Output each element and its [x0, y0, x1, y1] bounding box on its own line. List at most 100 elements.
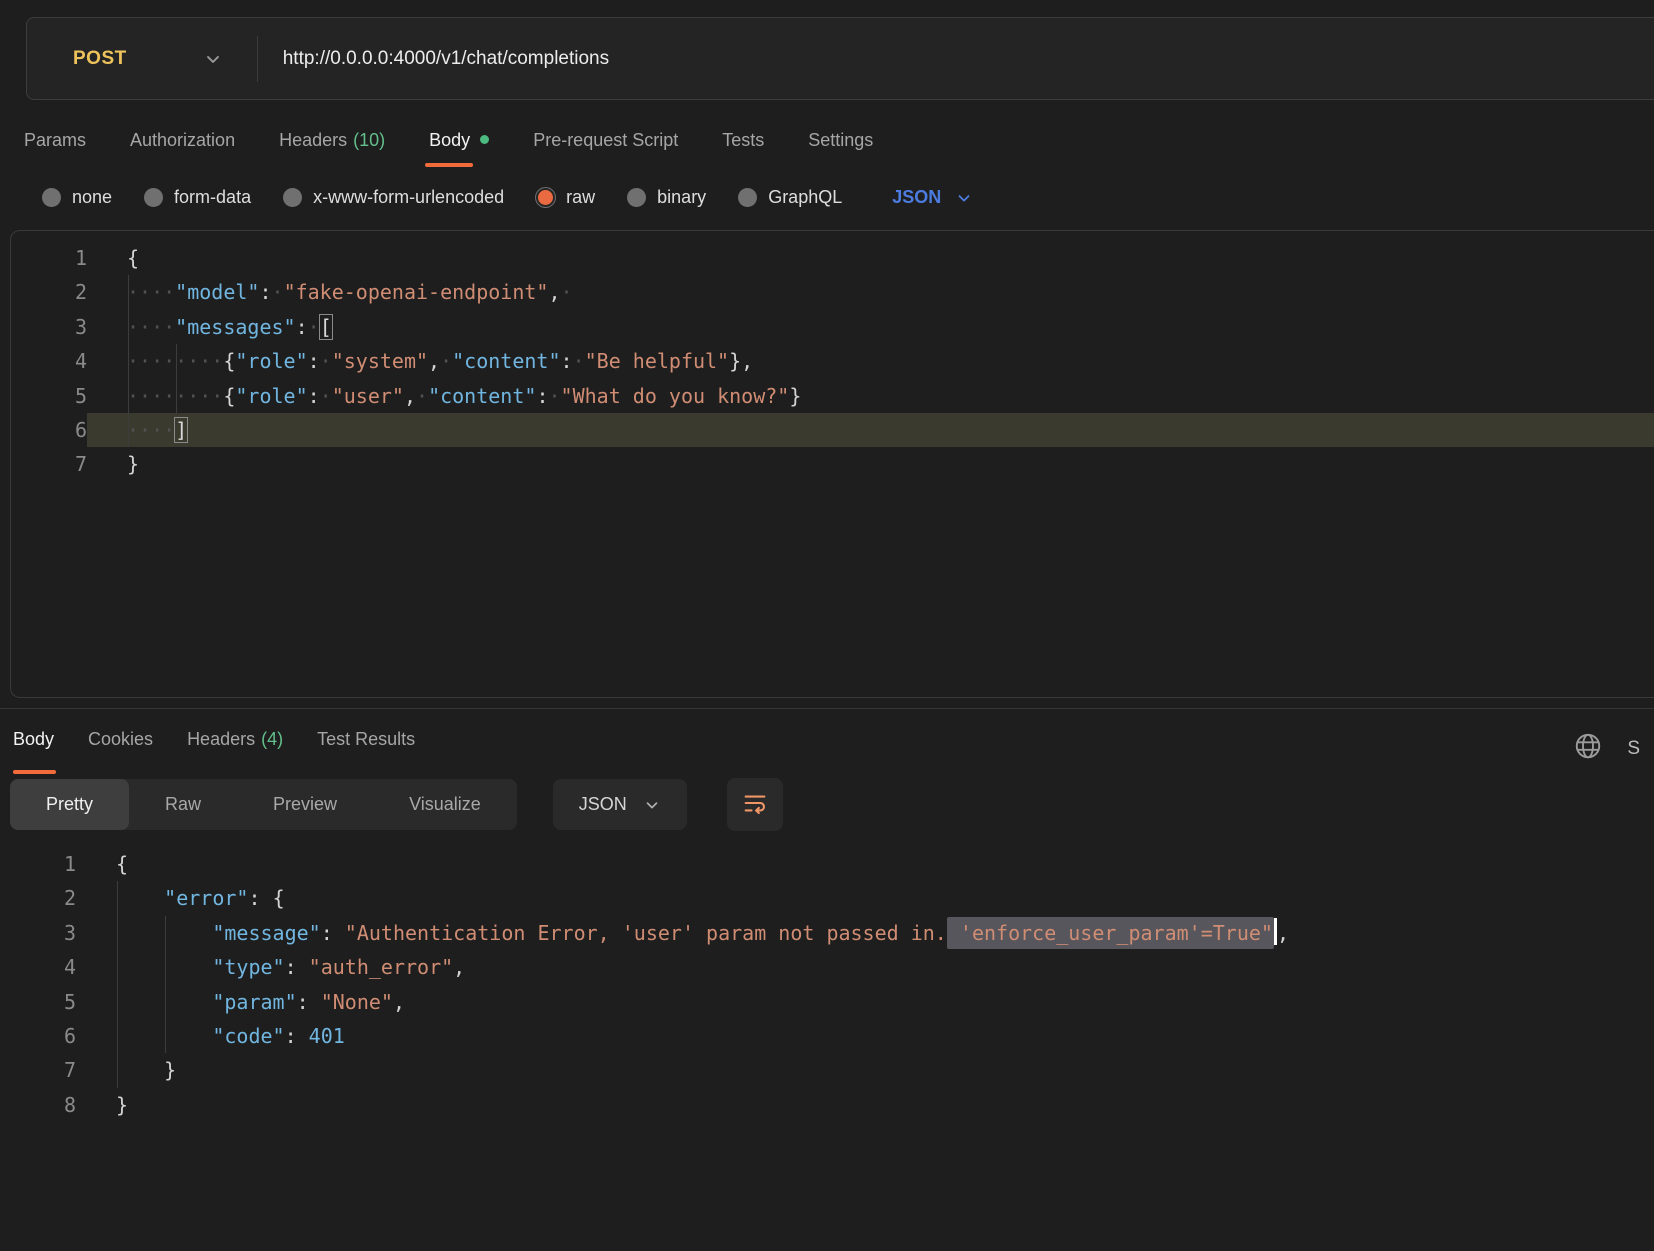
radio-icon	[283, 188, 302, 207]
view-visualize[interactable]: Visualize	[373, 779, 517, 830]
tab-label: Test Results	[317, 729, 415, 749]
response-view-switcher: Pretty Raw Preview Visualize	[10, 779, 517, 830]
code-line: 4 "type": "auth_error",	[0, 950, 1654, 984]
tab-label: Body	[13, 729, 54, 749]
response-header-right: S	[1573, 731, 1640, 766]
method-selector[interactable]: POST	[27, 48, 223, 70]
tab-params[interactable]: Params	[24, 130, 86, 167]
tab-settings[interactable]: Settings	[808, 130, 873, 167]
line-number: 8	[0, 1088, 76, 1122]
code-line: 3 "message": "Authentication Error, 'use…	[0, 916, 1654, 950]
radio-icon	[738, 188, 757, 207]
method-label: POST	[73, 48, 127, 70]
tab-label: Tests	[722, 130, 764, 150]
body-format-select[interactable]: JSON	[892, 187, 973, 208]
radio-label: GraphQL	[768, 187, 842, 208]
body-type-none[interactable]: none	[42, 187, 112, 208]
line-number: 1	[11, 241, 87, 275]
body-has-content-dot	[480, 135, 489, 144]
request-url-bar: POST http://0.0.0.0:4000/v1/chat/complet…	[26, 17, 1654, 100]
tab-label: Headers	[279, 130, 347, 150]
radio-selected-icon	[536, 188, 555, 207]
view-preview[interactable]: Preview	[237, 779, 373, 830]
radio-icon	[144, 188, 163, 207]
body-type-binary[interactable]: binary	[627, 187, 706, 208]
tab-tests[interactable]: Tests	[722, 130, 764, 167]
line-number: 2	[0, 881, 76, 915]
tab-label: Cookies	[88, 729, 153, 749]
body-format-label: JSON	[892, 187, 941, 208]
code-line: 2····"model":·"fake-openai-endpoint",·	[11, 275, 1654, 309]
tab-label: Body	[429, 130, 470, 150]
radio-icon	[627, 188, 646, 207]
wrap-lines-icon	[741, 789, 769, 820]
line-number: 3	[11, 310, 87, 344]
radio-label: binary	[657, 187, 706, 208]
response-headers-count-badge: (4)	[261, 729, 283, 749]
tab-pre-request-script[interactable]: Pre-request Script	[533, 130, 678, 167]
code-line: 2 "error": {	[0, 881, 1654, 915]
response-tab-cookies[interactable]: Cookies	[88, 729, 153, 774]
chevron-down-icon	[643, 796, 661, 814]
line-number: 7	[0, 1053, 76, 1087]
body-type-row: none form-data x-www-form-urlencoded raw…	[42, 187, 1654, 208]
body-type-form-data[interactable]: form-data	[144, 187, 251, 208]
response-status-partial: S	[1627, 738, 1640, 760]
code-line: 7}	[11, 447, 1654, 481]
url-input[interactable]: http://0.0.0.0:4000/v1/chat/completions	[283, 48, 1654, 70]
response-body-viewer[interactable]: 1{2 "error": {3 "message": "Authenticati…	[0, 847, 1654, 1122]
response-toolbar: Pretty Raw Preview Visualize JSON	[10, 778, 1654, 831]
response-header: Body Cookies Headers (4) Test Results S	[0, 709, 1654, 774]
line-number: 6	[0, 1019, 76, 1053]
tab-label: Settings	[808, 130, 873, 150]
response-format-label: JSON	[579, 794, 627, 815]
globe-icon[interactable]	[1573, 731, 1603, 766]
view-pretty[interactable]: Pretty	[10, 779, 129, 830]
radio-label: x-www-form-urlencoded	[313, 187, 504, 208]
line-number: 6	[11, 413, 87, 447]
line-number: 7	[11, 447, 87, 481]
body-type-raw[interactable]: raw	[536, 187, 595, 208]
request-tabs: Params Authorization Headers (10) Body Pr…	[24, 130, 1654, 167]
tab-body[interactable]: Body	[429, 130, 489, 167]
chevron-down-icon	[203, 49, 223, 69]
response-tab-test-results[interactable]: Test Results	[317, 729, 415, 774]
code-line: 7 }	[0, 1053, 1654, 1087]
wrap-lines-button[interactable]	[727, 778, 783, 831]
tab-label: Headers	[187, 729, 255, 749]
line-number: 4	[11, 344, 87, 378]
response-tabs: Body Cookies Headers (4) Test Results	[13, 729, 415, 774]
response-tab-body[interactable]: Body	[13, 729, 54, 774]
code-line: 6 "code": 401	[0, 1019, 1654, 1053]
line-number: 4	[0, 950, 76, 984]
tab-label: Params	[24, 130, 86, 150]
view-raw[interactable]: Raw	[129, 779, 237, 830]
line-number: 1	[0, 847, 76, 881]
code-line: 1{	[0, 847, 1654, 881]
code-line: 1{	[11, 241, 1654, 275]
radio-label: none	[72, 187, 112, 208]
headers-count-badge: (10)	[353, 130, 385, 150]
tab-authorization[interactable]: Authorization	[130, 130, 235, 167]
body-type-x-www-form-urlencoded[interactable]: x-www-form-urlencoded	[283, 187, 504, 208]
line-number: 5	[0, 985, 76, 1019]
code-line: 6····]	[11, 413, 1654, 447]
radio-label: form-data	[174, 187, 251, 208]
request-body-editor[interactable]: 1{2····"model":·"fake-openai-endpoint",·…	[10, 230, 1654, 698]
radio-label: raw	[566, 187, 595, 208]
code-line: 3····"messages":·[	[11, 310, 1654, 344]
code-line: 8}	[0, 1088, 1654, 1122]
response-tab-headers[interactable]: Headers (4)	[187, 729, 283, 774]
response-format-select[interactable]: JSON	[553, 779, 687, 830]
body-type-graphql[interactable]: GraphQL	[738, 187, 842, 208]
tab-headers[interactable]: Headers (10)	[279, 130, 385, 167]
line-number: 2	[11, 275, 87, 309]
line-number: 5	[11, 379, 87, 413]
line-number: 3	[0, 916, 76, 950]
code-line: 4········{"role":·"system",·"content":·"…	[11, 344, 1654, 378]
method-url-divider	[257, 36, 258, 82]
code-line: 5 "param": "None",	[0, 985, 1654, 1019]
radio-icon	[42, 188, 61, 207]
chevron-down-icon	[955, 189, 973, 207]
code-line: 5········{"role":·"user",·"content":·"Wh…	[11, 379, 1654, 413]
